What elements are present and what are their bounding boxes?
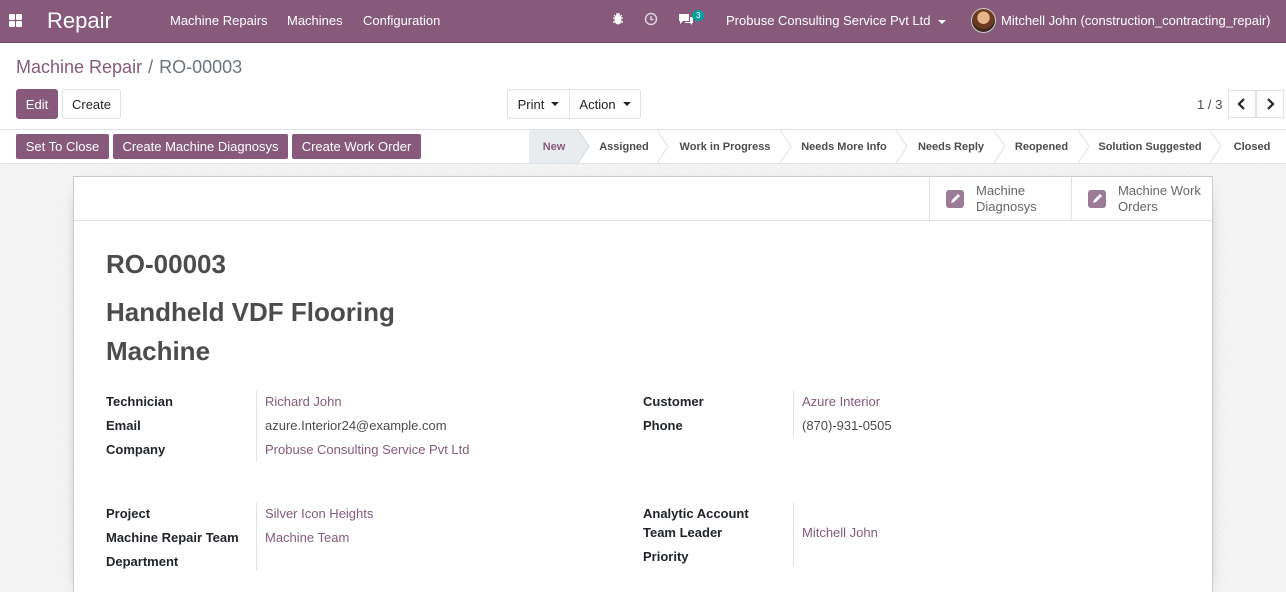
machine-repair-team-label: Machine Repair Team xyxy=(106,530,239,545)
stage-arrow xyxy=(1078,130,1090,163)
record-title: Handheld VDF Flooring Machine xyxy=(106,297,395,366)
user-menu[interactable]: Mitchell John (construction_contracting_… xyxy=(1001,13,1271,28)
department-label: Department xyxy=(106,554,179,569)
edit-button[interactable]: Edit xyxy=(16,89,58,119)
stage-arrow xyxy=(896,130,908,163)
email-field[interactable]: azure.Interior24@example.com xyxy=(265,418,447,433)
breadcrumb-current: RO-00003 xyxy=(159,57,243,77)
project-field[interactable]: Silver Icon Heights xyxy=(265,506,373,521)
chevron-left-icon xyxy=(1237,98,1245,110)
form-sheet: Machine Diagnosys Machine Work Orders RO-0… xyxy=(73,176,1213,592)
pager-value[interactable]: 1 / 3 xyxy=(1197,97,1222,112)
priority-label: Priority xyxy=(643,549,689,564)
smart-label-line: Diagnosys xyxy=(976,198,1037,214)
stage-arrow xyxy=(657,130,669,163)
pencil-icon xyxy=(946,189,964,208)
print-dropdown[interactable]: Print xyxy=(507,89,570,119)
machine-diagnosys-smart-button[interactable]: Machine Diagnosys xyxy=(929,177,1071,220)
field-divider xyxy=(256,503,257,571)
chat-count-badge: 3 xyxy=(692,10,705,21)
team-leader-label: Team Leader xyxy=(643,525,723,540)
apps-menu-icon[interactable] xyxy=(9,14,22,27)
smart-label-line: Machine xyxy=(976,182,1026,198)
action-dropdown[interactable]: Action xyxy=(569,89,641,119)
user-avatar[interactable] xyxy=(971,8,996,33)
stage-solution-suggested[interactable]: Solution Suggested xyxy=(1090,130,1210,163)
stage-arrow xyxy=(780,130,792,163)
field-divider xyxy=(793,391,794,437)
machine-work-orders-smart-button[interactable]: Machine Work Orders xyxy=(1071,177,1212,220)
stage-needs-more-info[interactable]: Needs More Info xyxy=(792,130,896,163)
stage-arrow xyxy=(994,130,1006,163)
breadcrumb-separator: / xyxy=(148,57,154,77)
customer-field[interactable]: Azure Interior xyxy=(802,394,880,409)
project-label: Project xyxy=(106,506,151,521)
field-divider xyxy=(793,503,794,567)
breadcrumb-parent[interactable]: Machine Repair xyxy=(16,57,142,77)
menu-configuration[interactable]: Configuration xyxy=(363,13,440,28)
stage-closed[interactable]: Closed xyxy=(1222,130,1282,163)
stage-work-in-progress[interactable]: Work in Progress xyxy=(669,130,781,163)
menu-machines[interactable]: Machines xyxy=(287,13,343,28)
company-switcher[interactable]: Probuse Consulting Service Pvt Ltd xyxy=(726,13,946,28)
bug-icon[interactable] xyxy=(612,12,624,29)
email-label: Email xyxy=(106,418,141,433)
stage-needs-reply[interactable]: Needs Reply xyxy=(908,130,994,163)
stage-arrow xyxy=(1210,130,1222,163)
machine-repair-team-field[interactable]: Machine Team xyxy=(265,530,349,545)
chevron-right-icon xyxy=(1267,98,1275,110)
app-brand[interactable]: Repair xyxy=(47,8,112,34)
control-panel: Machine Repair / RO-00003 Edit Create Prin… xyxy=(0,44,1286,130)
top-navbar: Repair Machine Repairs Machines Configur… xyxy=(0,0,1286,43)
create-machine-diagnosys-button[interactable]: Create Machine Diagnosys xyxy=(113,134,288,159)
phone-field[interactable]: (870)-931-0505 xyxy=(802,418,892,433)
smart-label-line: Machine Work xyxy=(1118,182,1201,198)
caret-down-icon xyxy=(551,102,560,106)
technician-field[interactable]: Richard John xyxy=(265,394,342,409)
stage-reopened[interactable]: Reopened xyxy=(1006,130,1077,163)
smart-label-line: Orders xyxy=(1118,198,1158,214)
activity-clock-icon[interactable] xyxy=(644,12,658,29)
create-work-order-button[interactable]: Create Work Order xyxy=(292,134,421,159)
pencil-icon xyxy=(1088,189,1106,208)
create-button[interactable]: Create xyxy=(62,89,121,119)
smart-button-box: Machine Diagnosys Machine Work Orders xyxy=(74,177,1212,221)
analytic-account-label: Analytic Account xyxy=(643,506,749,521)
smart-button-label: Machine Work Orders xyxy=(1118,183,1201,215)
set-to-close-button[interactable]: Set To Close xyxy=(16,134,109,159)
pager-next-button[interactable] xyxy=(1256,90,1284,118)
record-reference: RO-00003 xyxy=(106,249,226,279)
action-label: Action xyxy=(579,96,616,112)
pager-previous-button[interactable] xyxy=(1228,90,1256,118)
menu-machine-repairs[interactable]: Machine Repairs xyxy=(170,13,268,28)
status-bar: Set To Close Create Machine Diagnosys Cr… xyxy=(0,130,1286,164)
company-field[interactable]: Probuse Consulting Service Pvt Ltd xyxy=(265,442,470,457)
breadcrumb: Machine Repair / RO-00003 xyxy=(16,57,242,78)
customer-label: Customer xyxy=(643,394,704,409)
smart-button-label: Machine Diagnosys xyxy=(976,183,1037,215)
caret-down-icon xyxy=(622,102,631,106)
company-label: Company xyxy=(106,442,166,457)
company-name: Probuse Consulting Service Pvt Ltd xyxy=(726,13,931,28)
team-leader-field[interactable]: Mitchell John xyxy=(802,525,878,540)
print-label: Print xyxy=(517,96,545,112)
technician-label: Technician xyxy=(106,394,173,409)
caret-down-icon xyxy=(937,19,946,24)
field-divider xyxy=(256,391,257,461)
stage-assigned[interactable]: Assigned xyxy=(589,130,659,163)
stage-new[interactable]: New xyxy=(529,130,579,163)
phone-label: Phone xyxy=(643,418,683,433)
